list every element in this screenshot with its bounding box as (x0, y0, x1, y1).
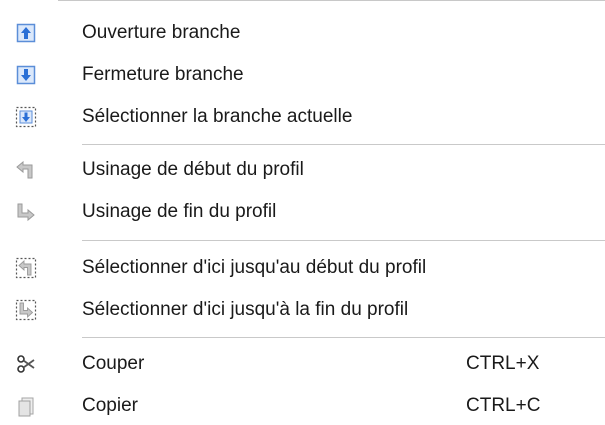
menu-item-label: Couper (82, 353, 145, 374)
menu-item-label: Fermeture branche (82, 64, 244, 85)
menu-separator (82, 240, 605, 241)
select-to-start-icon (14, 256, 38, 280)
select-branch-icon (14, 105, 38, 129)
profile-end-icon (14, 200, 38, 224)
menu-item-label: Sélectionner d'ici jusqu'à la fin du pro… (82, 299, 409, 320)
menu-item-label: Sélectionner d'ici jusqu'au début du pro… (82, 257, 427, 278)
profile-start-icon (14, 158, 38, 182)
menu-top-border (0, 0, 605, 1)
menu-item-label: Sélectionner la branche actuelle (82, 106, 353, 127)
menu-item-select-to-start[interactable]: Sélectionner d'ici jusqu'au début du pro… (0, 249, 605, 287)
menu-separator (82, 144, 605, 145)
arrow-up-box-icon (14, 21, 38, 45)
menu-item-label: Ouverture branche (82, 22, 241, 43)
menu-item-label: Usinage de début du profil (82, 159, 304, 180)
menu-item-shortcut: CTRL+X (466, 353, 540, 374)
menu-item-select-current-branch[interactable]: Sélectionner la branche actuelle (0, 98, 605, 136)
menu-item-shortcut: CTRL+C (466, 395, 541, 416)
menu-item-label: Usinage de fin du profil (82, 201, 277, 222)
menu-item-cut[interactable]: Couper CTRL+X (0, 345, 605, 383)
arrow-down-box-icon (14, 63, 38, 87)
select-to-end-icon (14, 298, 38, 322)
menu-item-profile-start[interactable]: Usinage de début du profil (0, 151, 605, 189)
menu-separator (82, 337, 605, 338)
context-menu: Ouverture branche Fermeture branche Séle… (0, 0, 605, 425)
menu-item-profile-end[interactable]: Usinage de fin du profil (0, 193, 605, 231)
scissors-icon (14, 352, 38, 376)
menu-item-close-branch[interactable]: Fermeture branche (0, 56, 605, 94)
copy-icon (14, 394, 38, 418)
menu-item-open-branch[interactable]: Ouverture branche (0, 14, 605, 52)
menu-item-label: Copier (82, 395, 138, 416)
menu-item-select-to-end[interactable]: Sélectionner d'ici jusqu'à la fin du pro… (0, 291, 605, 329)
menu-item-copy[interactable]: Copier CTRL+C (0, 387, 605, 425)
